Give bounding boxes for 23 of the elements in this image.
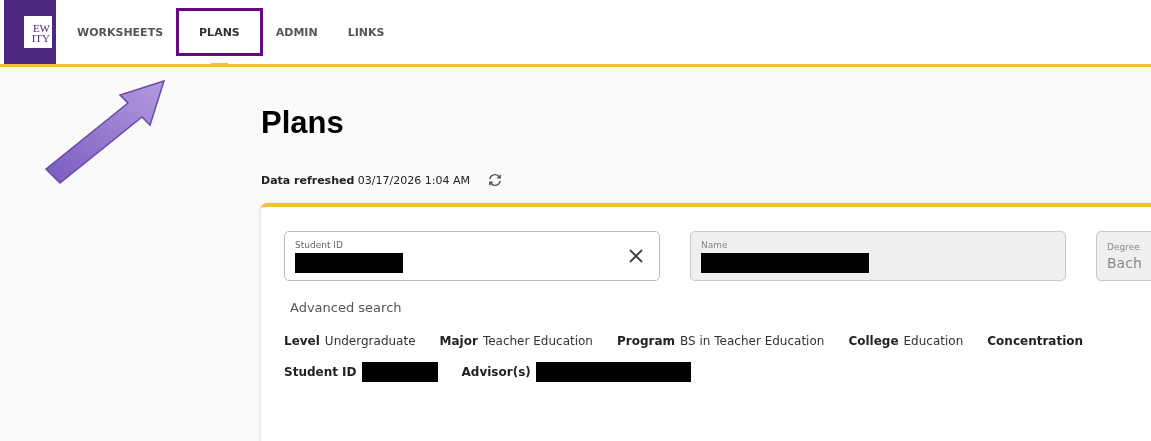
field-value: Bach: [1107, 254, 1142, 271]
detail-label: Student ID: [284, 365, 357, 379]
logo-text: EW: [32, 23, 50, 33]
field-label: Name: [701, 239, 729, 250]
detail-value: Education: [903, 334, 964, 348]
detail-label: Program: [617, 334, 676, 348]
detail-label: Concentration: [987, 334, 1084, 348]
page-title: Plans: [261, 105, 345, 141]
close-icon[interactable]: [629, 249, 643, 263]
nav-tab[interactable]: PLANS: [176, 8, 263, 56]
detail-value: Teacher Education: [482, 334, 593, 348]
detail-value: Undergraduate: [324, 334, 416, 348]
detail-label: Level: [284, 334, 320, 348]
advanced-search-link[interactable]: Advanced search: [290, 300, 402, 315]
field-label: Student ID: [295, 239, 344, 250]
data-refreshed-text: Data refreshed 03/17/2026 1:04 AM: [261, 173, 470, 187]
input-field[interactable]: Student ID: [284, 231, 660, 281]
logo-text: ITY: [31, 33, 50, 43]
field-label: Degree: [1107, 241, 1141, 252]
detail-value: BS in Teacher Education: [680, 334, 825, 348]
detail-label: Advisor(s): [461, 365, 531, 379]
detail-label: Major: [439, 334, 478, 348]
detail-label: College: [848, 334, 899, 348]
